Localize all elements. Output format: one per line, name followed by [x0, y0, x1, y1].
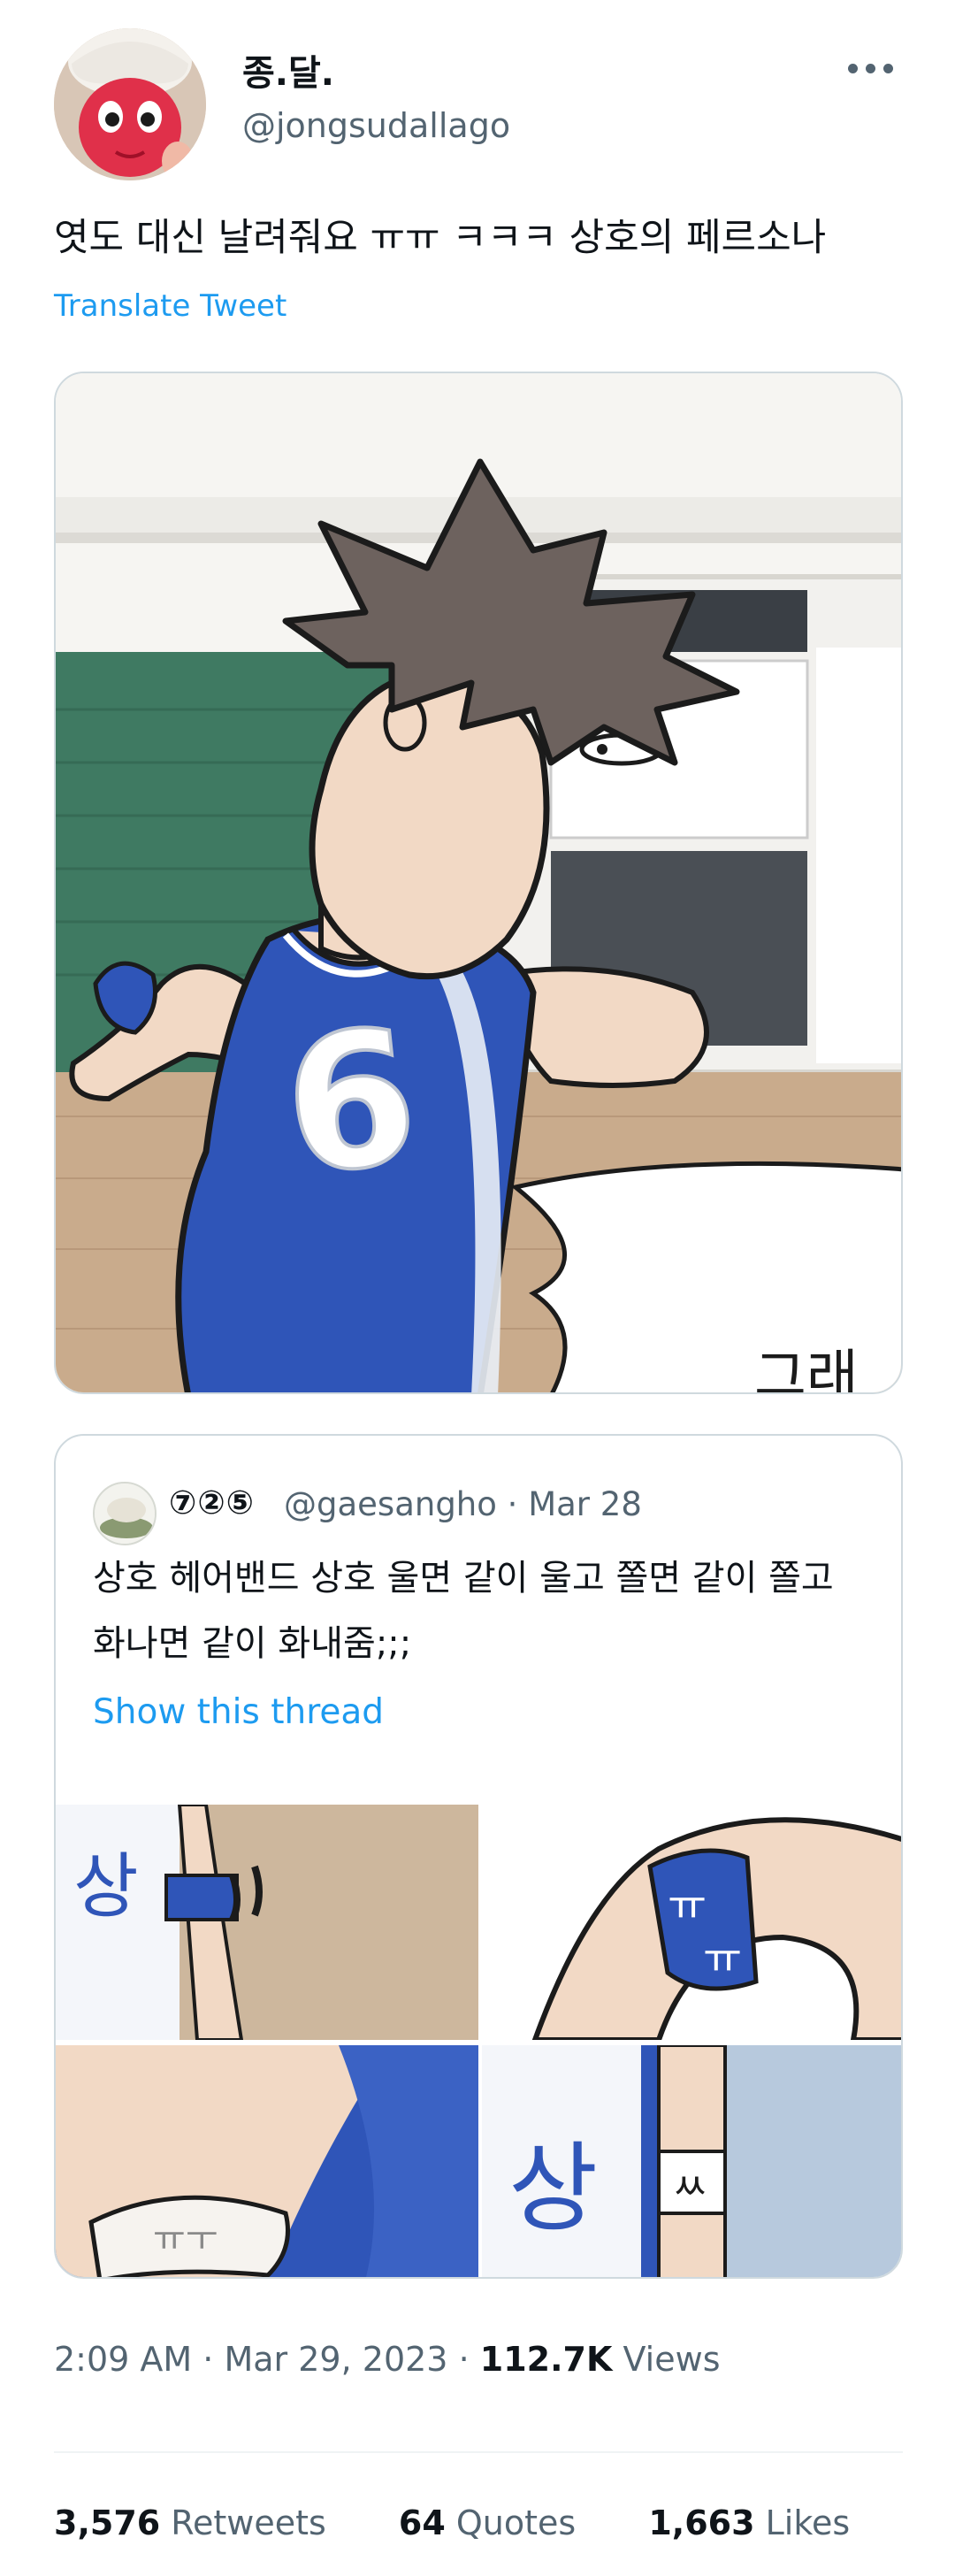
corner-text: 그래 [754, 1345, 859, 1394]
likes-count: 1,663 [648, 2503, 755, 2542]
meta-separator: · [202, 2340, 214, 2379]
quote-image-3[interactable]: ㅠㅜ [56, 2045, 478, 2277]
quote-avatar-image [95, 1484, 155, 1544]
tweet-time[interactable]: 2:09 AM [54, 2340, 192, 2379]
tweet-image[interactable]: 6 그래 [54, 372, 903, 1394]
tweet-meta: 2:09 AM · Mar 29, 2023 · 112.7K Views [54, 2340, 721, 2379]
show-thread-link[interactable]: Show this thread [93, 1692, 384, 1732]
meta-separator: · [458, 2340, 470, 2379]
display-name[interactable]: 종.달. [242, 44, 334, 96]
views-count: 112.7K [479, 2340, 613, 2379]
quote-image-2-text-1: ㅠ [668, 1881, 707, 1930]
quotes-label: Quotes [455, 2503, 577, 2542]
tweet-header: 종.달. @jongsudallago [54, 25, 903, 180]
cartoon-illustration: 6 그래 [56, 373, 901, 1394]
views-label: Views [623, 2340, 721, 2379]
quoted-tweet[interactable]: ⑦②⑤ @gaesangho · Mar 28 상호 헤어밴드 상호 울면 같이… [54, 1434, 903, 2279]
tweet-date[interactable]: Mar 29, 2023 [224, 2340, 447, 2379]
translate-tweet-link[interactable]: Translate Tweet [54, 288, 286, 324]
likes-stat[interactable]: 1,663 Likes [648, 2503, 850, 2542]
retweets-stat[interactable]: 3,576 Retweets [54, 2503, 326, 2542]
divider [54, 2451, 903, 2453]
tweet-text: 엿도 대신 날려줘요 ㅠㅠ ㅋㅋㅋ 상호의 페르소나 [54, 216, 827, 260]
quote-image-1[interactable]: 상 [56, 1805, 478, 2040]
avatar[interactable] [54, 28, 206, 180]
quote-image-2[interactable]: ㅠ ㅠ [482, 1805, 901, 2040]
quote-text: 상호 헤어밴드 상호 울면 같이 울고 쫄면 같이 쫄고 화나면 같이 화내줌;… [93, 1558, 834, 1664]
quote-image-4-text-2: ㅆ [672, 2165, 707, 2210]
more-options-icon[interactable] [844, 55, 898, 81]
retweets-label: Retweets [171, 2503, 326, 2542]
quote-image-4[interactable]: 상 ㅆ [482, 2045, 901, 2277]
quote-handle[interactable]: @gaesangho [284, 1485, 497, 1523]
quote-separator: · [507, 1485, 518, 1523]
quote-image-1-text: 상 [73, 1845, 139, 1928]
quote-date[interactable]: Mar 28 [528, 1485, 642, 1523]
quote-avatar[interactable] [93, 1482, 157, 1545]
jersey-number: 6 [275, 988, 426, 1217]
quote-image-grid: 상 ㅠ ㅠ ㅠㅜ 상 ㅆ [56, 1805, 901, 2277]
quote-image-3-text: ㅠㅜ [153, 2219, 218, 2259]
likes-label: Likes [765, 2503, 851, 2542]
quote-handle-date: @gaesangho · Mar 28 [284, 1485, 642, 1523]
quote-display-name[interactable]: ⑦②⑤ [169, 1484, 255, 1522]
quote-image-2-text-2: ㅠ [703, 1934, 742, 1983]
avatar-image [54, 28, 206, 180]
retweets-count: 3,576 [54, 2503, 161, 2542]
quote-image-4-text-1: 상 [508, 2132, 598, 2245]
quotes-stat[interactable]: 64 Quotes [399, 2503, 576, 2542]
quotes-count: 64 [398, 2503, 446, 2542]
tweet-stats: 3,576 Retweets 64 Quotes 1,663 Likes [54, 2503, 912, 2542]
handle[interactable]: @jongsudallago [242, 106, 510, 145]
